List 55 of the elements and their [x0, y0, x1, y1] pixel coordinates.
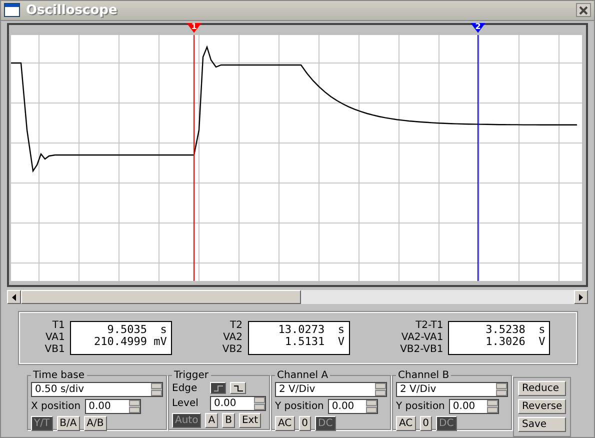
edge-button[interactable]	[230, 382, 246, 394]
readout-display: 9.5035 s 210.4999 mV	[70, 321, 172, 356]
scale-spinbox[interactable]: 2 V/Div	[275, 382, 387, 398]
falling-edge-icon	[234, 384, 242, 392]
scroll-left-button[interactable]	[7, 290, 21, 304]
readout-label: T2-T1	[416, 320, 444, 332]
cursor-marker[interactable]: 2	[470, 22, 486, 33]
readout-label: VB1	[44, 344, 65, 356]
coupling-button[interactable]: AC	[396, 416, 416, 432]
cursor-marker[interactable]: 1	[186, 22, 202, 33]
readout-label: VA2	[223, 332, 242, 344]
readout-label: VB2-VB1	[400, 344, 444, 356]
close-icon	[579, 6, 588, 15]
panel-title: Trigger	[173, 370, 210, 382]
left-arrow-icon	[12, 294, 16, 301]
window-title: Oscilloscope	[26, 2, 118, 18]
field-label: Y position	[275, 401, 324, 412]
action-button[interactable]: Reverse	[518, 399, 566, 414]
action-button[interactable]: Reduce	[518, 381, 566, 396]
coupling-button[interactable]: AC	[275, 416, 295, 432]
level-spinbox[interactable]: 0.00	[210, 396, 266, 412]
readout-display: 13.0273 s 1.5131 V	[248, 321, 350, 356]
source-button[interactable]: B	[222, 413, 235, 428]
panel-title: Channel B	[397, 370, 450, 382]
scrollbar-thumb[interactable]	[21, 290, 301, 304]
field-label: Level	[172, 398, 200, 410]
field-label: Y position	[396, 401, 445, 412]
rising-edge-icon	[214, 384, 222, 392]
panel-title: Channel A	[276, 370, 330, 382]
close-button[interactable]	[576, 3, 591, 18]
right-arrow-icon	[579, 294, 583, 301]
action-button[interactable]: Save	[518, 417, 566, 432]
coupling-button[interactable]: 0	[298, 416, 312, 432]
field-label: X position	[31, 401, 81, 412]
readout-label: VA1	[45, 332, 65, 344]
window-icon	[4, 3, 20, 18]
scale-spinbox[interactable]: 0.50 s/div	[31, 382, 163, 398]
scroll-right-button[interactable]	[574, 290, 588, 304]
field-label: Edge	[172, 382, 198, 394]
source-button[interactable]: A	[205, 413, 218, 428]
source-button[interactable]: Ext	[238, 413, 262, 428]
position-spinbox[interactable]: 0.00	[84, 399, 141, 414]
readout-label: VA2-VA1	[401, 332, 444, 344]
mode-button[interactable]: A/B	[84, 416, 107, 432]
readout-label: T1	[52, 320, 65, 332]
scale-spinbox[interactable]: 2 V/Div	[396, 382, 508, 398]
readout-label: T2	[230, 320, 242, 332]
position-spinbox[interactable]: 0.00	[448, 399, 499, 414]
readout-label: VB2	[222, 344, 242, 356]
readout-display: 3.5238 s 1.3026 V	[448, 321, 550, 356]
coupling-button[interactable]: 0	[420, 416, 432, 432]
edge-button[interactable]	[210, 382, 226, 394]
mode-button[interactable]: B/A	[56, 416, 80, 432]
panel-title: Time base	[32, 370, 86, 382]
position-spinbox[interactable]: 0.00	[328, 399, 378, 414]
